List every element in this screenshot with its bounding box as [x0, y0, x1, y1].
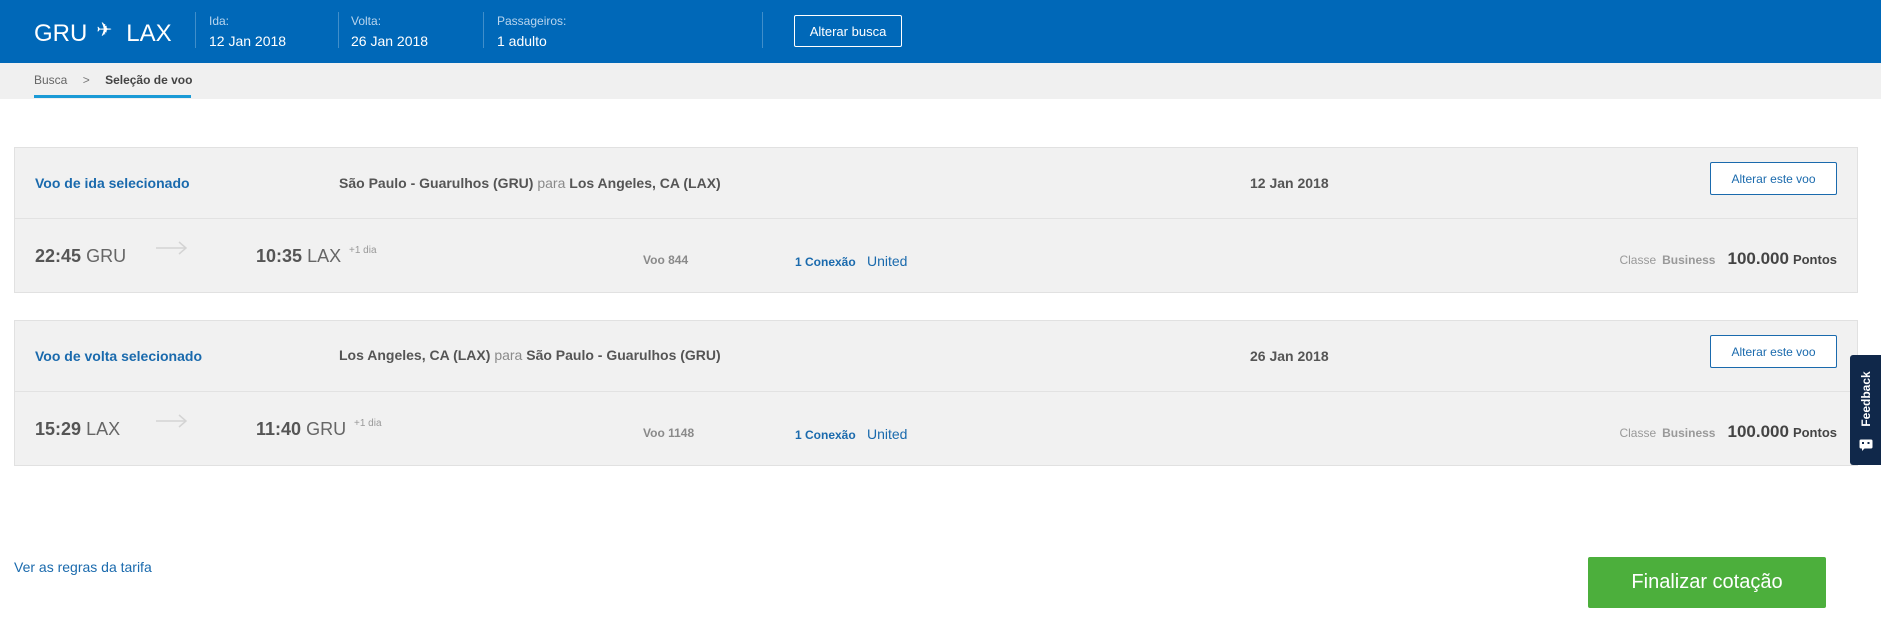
flight-card-title: Voo de volta selecionado — [35, 348, 203, 364]
points-label: Pontos — [1792, 252, 1837, 267]
arrival-time-value: 10:35 — [256, 246, 303, 266]
departure-time: 22:45 GRU — [35, 246, 126, 267]
breadcrumb-separator: > — [82, 73, 90, 87]
change-flight-button[interactable]: Alterar este voo — [1710, 335, 1837, 368]
class-label: Classe — [1619, 426, 1657, 440]
route-origin: São Paulo - Guarulhos (GRU) — [339, 175, 534, 191]
arrival-time-value: 11:40 — [256, 419, 302, 439]
fare-rules-link[interactable]: Ver as regras da tarifa — [14, 559, 152, 575]
flight-number: Voo 1148 — [643, 426, 695, 440]
arrival-airport-code: GRU — [306, 419, 347, 439]
passengers-label: Passageiros: — [497, 14, 567, 28]
flight-number: Voo 844 — [643, 253, 689, 267]
breadcrumb-item-flight-selection: Seleção de voo — [105, 73, 193, 87]
route-connector: para — [537, 175, 566, 191]
flight-card-header: Voo de ida selecionado São Paulo - Guaru… — [15, 148, 1857, 219]
day-offset: +1 dia — [349, 245, 377, 256]
breadcrumb-bar: Busca > Seleção de voo — [0, 63, 1881, 99]
airline-name: United — [867, 426, 908, 442]
day-offset: +1 dia — [354, 418, 382, 429]
airline-name: United — [867, 253, 908, 269]
passengers-field: Passageiros: 1 adulto — [497, 14, 566, 49]
points-value: 100.000 — [1727, 422, 1789, 441]
chat-icon — [1859, 439, 1873, 451]
passengers-value: 1 adulto — [497, 33, 547, 49]
departure-date-value: 12 Jan 2018 — [209, 33, 287, 49]
divider — [338, 12, 339, 48]
class-name: Business — [1662, 253, 1716, 267]
return-date-label: Volta: — [351, 14, 382, 28]
flight-date: 12 Jan 2018 — [1250, 175, 1329, 191]
destination-code: LAX — [126, 20, 172, 47]
flight-route: São Paulo - Guarulhos (GRU) para Los Ang… — [339, 175, 721, 191]
outbound-flight-card: Voo de ida selecionado São Paulo - Guaru… — [14, 147, 1858, 293]
plane-icon: ✈ — [96, 19, 113, 41]
route-summary: GRU ✈ LAX — [34, 20, 172, 48]
arrow-right-icon — [156, 241, 188, 255]
departure-time-value: 15:29 — [35, 419, 82, 439]
divider — [762, 12, 763, 48]
departure-time-value: 22:45 — [35, 246, 82, 266]
points-label: Pontos — [1792, 425, 1837, 440]
fare-summary: Classe Business 100.000 Pontos — [1619, 249, 1837, 269]
fare-summary: Classe Business 100.000 Pontos — [1619, 422, 1837, 442]
flight-card-header: Voo de volta selecionado Los Angeles, CA… — [15, 321, 1857, 392]
change-search-button[interactable]: Alterar busca — [794, 15, 902, 47]
arrival-airport-code: LAX — [307, 246, 342, 266]
flight-date: 26 Jan 2018 — [1250, 348, 1329, 364]
divider — [195, 12, 196, 48]
change-flight-button[interactable]: Alterar este voo — [1710, 162, 1837, 195]
return-flight-card: Voo de volta selecionado Los Angeles, CA… — [14, 320, 1858, 466]
search-summary-bar: GRU ✈ LAX Ida: 12 Jan 2018 Volta: 26 Jan… — [0, 0, 1881, 63]
connections-link[interactable]: 1 Conexão — [795, 428, 856, 442]
points-value: 100.000 — [1727, 249, 1789, 268]
arrow-right-icon — [156, 414, 188, 428]
route-destination: Los Angeles, CA (LAX) — [569, 175, 721, 191]
flight-card-title: Voo de ida selecionado — [35, 175, 190, 191]
class-label: Classe — [1619, 253, 1657, 267]
route-connector: para — [494, 347, 523, 363]
departure-time: 15:29 LAX — [35, 419, 120, 440]
departure-date-label: Ida: — [209, 14, 230, 28]
origin-code: GRU — [34, 20, 88, 47]
route-origin: Los Angeles, CA (LAX) — [339, 347, 491, 363]
feedback-label: Feedback — [1858, 371, 1873, 427]
arrival-time: 10:35 LAX — [256, 246, 341, 267]
breadcrumb: Busca > Seleção de voo — [34, 73, 192, 87]
finish-quote-button[interactable]: Finalizar cotação — [1588, 557, 1826, 608]
departure-airport-code: GRU — [86, 246, 127, 266]
return-date-value: 26 Jan 2018 — [351, 33, 429, 49]
divider — [483, 12, 484, 48]
connections-link[interactable]: 1 Conexão — [795, 255, 856, 269]
flight-route: Los Angeles, CA (LAX) para São Paulo - G… — [339, 347, 721, 363]
departure-airport-code: LAX — [86, 419, 121, 439]
departure-date-field: Ida: 12 Jan 2018 — [209, 14, 286, 49]
breadcrumb-active-indicator — [34, 95, 191, 98]
class-name: Business — [1662, 426, 1716, 440]
route-destination: São Paulo - Guarulhos (GRU) — [526, 347, 721, 363]
return-date-field: Volta: 26 Jan 2018 — [351, 14, 428, 49]
feedback-tab[interactable]: Feedback — [1850, 355, 1881, 465]
breadcrumb-item-search[interactable]: Busca — [34, 73, 67, 87]
arrival-time: 11:40 GRU — [256, 419, 346, 440]
